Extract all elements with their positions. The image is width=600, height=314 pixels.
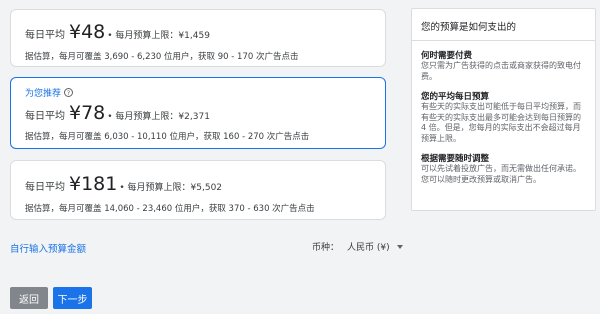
info-section: 根据需要随时调整 可以先试着投放广告，而无需做出任何承诺。您可以随时更改预算或取… — [412, 154, 595, 185]
info-section: 您的平均每日预算 有些天的实际支出可能低于每日平均预算，而有些天的实际支出最多可… — [412, 92, 595, 144]
recommended-label: 为您推荐 ? — [25, 86, 74, 99]
next-button[interactable]: 下一步 — [53, 287, 92, 309]
estimate-text: 据估算，每月可覆盖 14,060 - 23,460 位用户，获取 370 - 6… — [25, 204, 315, 214]
chevron-down-icon — [396, 244, 403, 249]
daily-average-label: 每日平均 — [25, 30, 65, 41]
custom-budget-link[interactable]: 自行输入预算金额 — [10, 241, 86, 255]
price-row: 每日平均 ¥78 • 每月预算上限：¥2,371 — [25, 102, 210, 124]
section-body: 有些天的实际支出可能低于每日平均预算，而有些天的实际支出最多可能会达到每日预算的… — [421, 102, 581, 143]
estimate-text: 据估算，每月可覆盖 3,690 - 6,230 位用户，获取 90 - 170 … — [25, 52, 299, 62]
daily-amount: ¥181 — [69, 173, 118, 195]
budget-info-panel: 您的预算是如何支出的 何时需要付费 您只需为广告获得的点击或商家获得的致电付费。… — [411, 8, 596, 211]
budget-option-card[interactable]: 每日平均 ¥181 • 每月预算上限：¥5,502 据估算，每月可覆盖 14,0… — [10, 160, 386, 220]
recommended-text: 为您推荐 — [25, 89, 62, 99]
daily-amount: ¥48 — [69, 21, 106, 43]
section-body: 您只需为广告获得的点击或商家获得的致电付费。 — [421, 61, 581, 81]
daily-average-label: 每日平均 — [25, 111, 65, 122]
section-heading: 何时需要付费 — [421, 51, 473, 61]
help-icon[interactable]: ? — [64, 88, 74, 97]
daily-amount: ¥78 — [69, 102, 106, 124]
section-heading: 根据需要随时调整 — [421, 154, 490, 164]
budget-option-card-selected[interactable]: 为您推荐 ? 每日平均 ¥78 • 每月预算上限：¥2,371 据估算，每月可覆… — [10, 77, 386, 149]
back-button[interactable]: 返回 — [10, 287, 48, 309]
section-body: 可以先试着投放广告，而无需做出任何承诺。您可以随时更改预算或取消广告。 — [421, 164, 581, 184]
info-section: 何时需要付费 您只需为广告获得的点击或商家获得的致电付费。 — [412, 51, 595, 82]
price-row: 每日平均 ¥181 • 每月预算上限：¥5,502 — [25, 173, 222, 195]
monthly-cap: • 每月预算上限：¥5,502 — [119, 183, 223, 193]
estimate-text: 据估算，每月可覆盖 6,030 - 10,110 位用户，获取 160 - 27… — [25, 132, 310, 142]
monthly-cap: • 每月预算上限：¥2,371 — [107, 112, 210, 122]
currency-label: 币种： — [312, 243, 340, 253]
monthly-cap: • 每月预算上限：¥1,459 — [107, 31, 210, 41]
budget-option-card[interactable]: 每日平均 ¥48 • 每月预算上限：¥1,459 据估算，每月可覆盖 3,690… — [10, 9, 386, 67]
section-heading: 您的平均每日预算 — [421, 92, 490, 102]
panel-title: 您的预算是如何支出的 — [412, 9, 595, 41]
price-row: 每日平均 ¥48 • 每月预算上限：¥1,459 — [25, 21, 210, 43]
currency-selector[interactable]: 币种： 人民币 (¥) — [312, 240, 403, 253]
daily-average-label: 每日平均 — [25, 182, 65, 193]
currency-value: 人民币 (¥) — [347, 243, 390, 253]
